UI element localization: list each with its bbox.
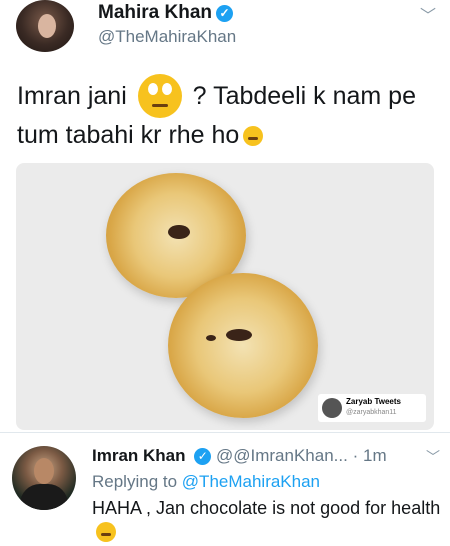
reply-author-name[interactable]: Imran Khan [92, 446, 186, 465]
chocolate-spot [168, 225, 190, 239]
original-tweet[interactable]: Mahira Khan ✓ @TheMahiraKhan ﹀ Imran jani… [0, 0, 450, 430]
replying-to-link[interactable]: @TheMahiraKhan [182, 472, 320, 491]
reply-time[interactable]: 1m [363, 446, 387, 465]
grimace-emoji-icon [243, 126, 264, 146]
dot-separator: · [352, 446, 359, 465]
reply-text-body: HAHA , Jan chocolate is not good for hea… [92, 498, 441, 518]
emoji-mouth [151, 104, 168, 107]
reply-author-handle[interactable]: @@ImranKhan... [216, 446, 348, 465]
chocolate-spot [226, 329, 252, 341]
replying-to-prefix: Replying to [92, 472, 178, 491]
watermark-name: Zaryab Tweets [346, 397, 401, 406]
reply-text: HAHA , Jan chocolate is not good for hea… [92, 496, 442, 546]
avatar-suit [20, 484, 68, 510]
tweet-text-part1: Imran jani [17, 82, 127, 110]
emoji-mouth [101, 533, 111, 536]
watermark: Zaryab Tweets @zaryabkhan11 [318, 394, 426, 422]
reply-author-avatar[interactable] [12, 446, 76, 510]
tweet-text: Imran jani ? Tabdeeli k nam pe tum tabah… [17, 74, 437, 153]
snack-bottom [168, 273, 318, 418]
author-avatar[interactable] [16, 0, 74, 52]
avatar-head [34, 458, 54, 484]
author-name-text[interactable]: Mahira Khan [98, 2, 212, 23]
emoji-eye-right [161, 83, 172, 95]
watermark-handle: @zaryabkhan11 [346, 409, 397, 416]
chevron-down-icon[interactable]: ﹀ [420, 2, 436, 26]
divider [0, 432, 450, 433]
emoji-mouth [248, 137, 259, 140]
tweet-photo[interactable]: Zaryab Tweets @zaryabkhan11 [16, 163, 434, 430]
emoji-eye-left [147, 83, 158, 95]
author-handle[interactable]: @TheMahiraKhan [98, 27, 236, 47]
rolling-eyes-emoji-icon [137, 74, 182, 118]
author-name[interactable]: Mahira Khan ✓ [98, 2, 234, 24]
avatar-face [38, 14, 56, 38]
replying-to: Replying to @TheMahiraKhan [92, 472, 320, 492]
verified-badge-icon: ✓ [194, 448, 212, 465]
chevron-down-icon[interactable]: ﹀ [426, 447, 440, 467]
smile-emoji-icon [96, 522, 116, 542]
reply-header: Imran Khan ✓ @@ImranKhan... · 1m [92, 446, 387, 466]
chocolate-spot [206, 335, 216, 341]
watermark-avatar [322, 398, 342, 418]
verified-badge-icon: ✓ [216, 5, 234, 22]
